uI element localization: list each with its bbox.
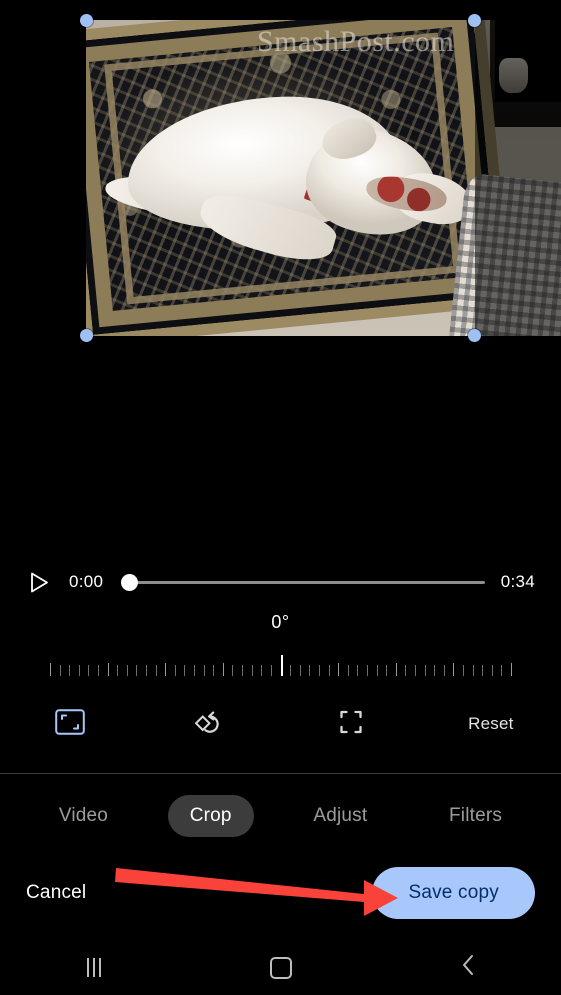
system-nav-bar [0, 940, 561, 995]
rotation-value-label: 0° [271, 612, 290, 632]
rotation-tick [59, 665, 61, 676]
rotation-tick [155, 665, 157, 676]
rotation-tick [184, 665, 186, 676]
tab-crop[interactable]: Crop [167, 795, 254, 837]
rotation-tick [107, 663, 109, 676]
rotation-tick [126, 665, 128, 676]
rotation-tick [357, 665, 359, 676]
crop-box[interactable] [80, 14, 481, 342]
rotation-tick [386, 665, 388, 676]
rotation-tick [443, 665, 445, 676]
rotation-tick [482, 665, 484, 676]
playback-controls: 0:00 0:34 [0, 562, 561, 602]
nav-back-button[interactable] [374, 953, 561, 982]
rotation-tick [165, 663, 167, 676]
rotation-tick [414, 665, 416, 676]
rotation-tick [424, 665, 426, 676]
seek-track[interactable] [121, 580, 485, 584]
rotation-tick [78, 665, 80, 676]
reset-button[interactable]: Reset [468, 714, 513, 734]
rotation-tick [328, 665, 330, 676]
rotation-tick [88, 665, 90, 676]
section-divider [0, 773, 561, 774]
rotation-tick [203, 665, 205, 676]
aspect-ratio-button[interactable] [0, 698, 140, 750]
rotation-ruler[interactable] [50, 646, 512, 676]
crop-handle-top-left[interactable] [80, 14, 93, 27]
video-preview-area[interactable]: SmashPost.com [0, 0, 561, 540]
total-time-label: 0:34 [500, 572, 535, 591]
rotation-tick [299, 665, 301, 676]
recents-icon [86, 958, 101, 977]
rotation-tick [251, 665, 253, 676]
rotation-tick [146, 665, 148, 676]
rotation-tick [472, 665, 474, 676]
editor-tabs: Video Crop Adjust Filters [0, 788, 561, 844]
rotation-tick-center [280, 655, 283, 676]
rotation-tick [194, 665, 196, 676]
rotation-tick [347, 665, 349, 676]
free-crop-button[interactable] [281, 698, 421, 750]
tab-video[interactable]: Video [37, 795, 130, 837]
rotation-tick [69, 665, 71, 676]
aspect-ratio-icon [55, 708, 85, 740]
play-icon[interactable] [26, 569, 52, 595]
rotation-tick [453, 663, 455, 676]
seek-thumb[interactable] [121, 573, 139, 591]
crop-handle-top-right[interactable] [468, 14, 481, 27]
crop-handle-bottom-left[interactable] [80, 329, 93, 342]
rotation-tick [309, 665, 311, 676]
cancel-button[interactable]: Cancel [26, 882, 86, 904]
rotation-tick [222, 663, 224, 676]
rotation-tick [213, 665, 215, 676]
rotation-tick [511, 663, 512, 676]
rotation-tick [338, 663, 340, 676]
seek-bar[interactable] [121, 571, 485, 593]
crop-tool-row: Reset [0, 698, 561, 750]
rotation-tick [261, 665, 263, 676]
rotation-tick [434, 665, 436, 676]
rotation-tick [270, 665, 272, 676]
rotation-tick [395, 663, 397, 676]
rotation-tick [462, 665, 464, 676]
rotation-dial[interactable]: 0° [0, 612, 561, 684]
back-icon [460, 953, 476, 982]
tab-adjust[interactable]: Adjust [291, 795, 389, 837]
rotation-tick [242, 665, 244, 676]
crop-handle-bottom-right[interactable] [468, 329, 481, 342]
rotation-tick [318, 665, 320, 676]
rotation-tick [491, 665, 493, 676]
rotate-button[interactable] [140, 698, 280, 750]
rotation-tick [232, 665, 234, 676]
rotate-icon [194, 707, 225, 742]
home-icon [269, 956, 292, 979]
nav-home-button[interactable] [187, 956, 374, 979]
rotation-tick [366, 665, 368, 676]
rotation-tick [290, 665, 292, 676]
free-crop-icon [337, 709, 365, 740]
rotation-tick [136, 665, 138, 676]
rotation-tick [501, 665, 503, 676]
reset-button-slot[interactable]: Reset [421, 698, 561, 750]
rotation-tick [117, 665, 119, 676]
photo-shoe [499, 57, 528, 93]
rotation-tick [174, 665, 176, 676]
nav-recents-button[interactable] [0, 958, 187, 977]
rotation-tick [376, 665, 378, 676]
action-bar: Cancel Save copy [0, 858, 561, 928]
rotation-tick [98, 665, 100, 676]
current-time-label: 0:00 [69, 572, 104, 591]
rotation-tick [405, 665, 407, 676]
tab-filters[interactable]: Filters [427, 795, 524, 837]
save-copy-button[interactable]: Save copy [372, 867, 535, 919]
rotation-tick [50, 663, 51, 676]
